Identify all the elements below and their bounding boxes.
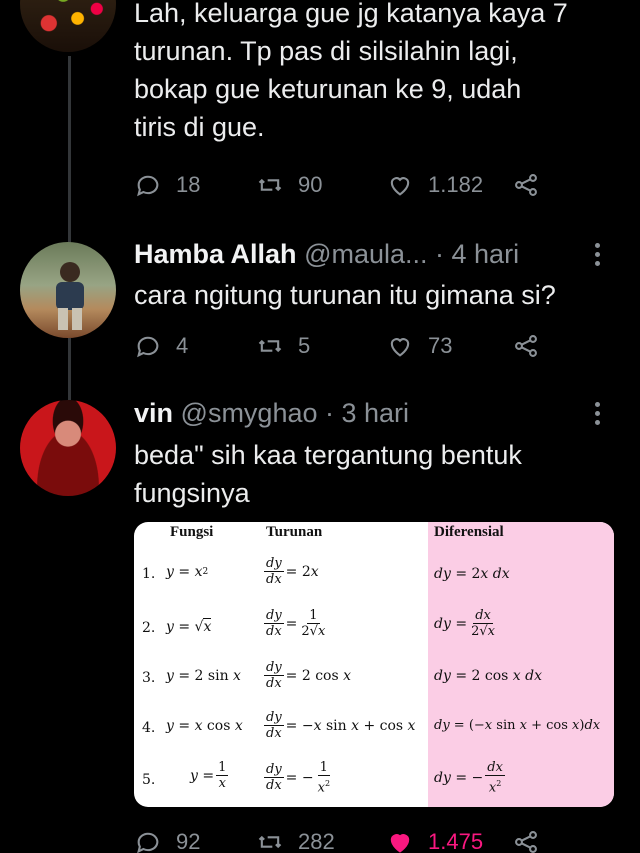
- reply-count: 4: [176, 333, 189, 358]
- like-button[interactable]: 73: [386, 331, 452, 361]
- tweet-text: beda" sih kaa tergantung bentuk fungsiny…: [134, 436, 522, 512]
- retweet-button[interactable]: 90: [256, 170, 322, 200]
- reply-icon: [137, 832, 159, 853]
- display-name[interactable]: Hamba Allah: [134, 239, 297, 269]
- tweet-text-line: bokap gue keturunan ke 9, udah: [134, 74, 522, 104]
- tweet-text-line: fungsinya: [134, 478, 250, 508]
- row-number: 4.: [142, 720, 156, 736]
- derivative-cell: dy dx = 2 cos x: [264, 660, 352, 691]
- retweet-icon: [258, 835, 282, 849]
- more-button[interactable]: [595, 243, 603, 270]
- tweet-actions: 18 90 1.182: [134, 170, 604, 200]
- function-cell: y = √ x: [166, 618, 212, 635]
- retweet-icon: [258, 178, 282, 192]
- derivative-cell: dy dx = 1 2√x: [264, 608, 326, 639]
- share-button[interactable]: [512, 331, 540, 361]
- reply-count: 92: [176, 829, 201, 853]
- table-header-fungsi: Fungsi: [170, 524, 214, 540]
- share-icon: [515, 174, 537, 196]
- function-cell: y = 1 x: [190, 760, 229, 791]
- user-handle[interactable]: @maula...: [304, 239, 427, 269]
- tweet-actions: 92 282 1.475: [134, 827, 604, 853]
- tweet-text-line: Lah, keluarga gue jg katanya kaya 7: [134, 0, 568, 28]
- differential-cell: dy = 2 cos x dx: [434, 668, 542, 684]
- share-icon: [515, 831, 537, 853]
- share-button[interactable]: [512, 827, 540, 853]
- timestamp[interactable]: · 4 hari: [435, 239, 519, 269]
- tweet-text-line: beda" sih kaa tergantung bentuk: [134, 440, 522, 470]
- function-cell: y = x cos x: [166, 718, 243, 734]
- differential-cell: dy = − dx x2: [434, 760, 505, 796]
- differential-cell: dy = 2x dx: [434, 566, 510, 582]
- retweet-count: 5: [298, 333, 311, 358]
- tweet-header: Hamba Allah @maula... · 4 hari: [134, 237, 519, 271]
- row-number: 2.: [142, 620, 156, 636]
- reply-count: 18: [176, 172, 201, 197]
- row-number: 1.: [142, 566, 156, 582]
- tweet-text: Lah, keluarga gue jg katanya kaya 7 turu…: [134, 0, 568, 146]
- function-cell: y = x2: [166, 564, 209, 580]
- table-header-diferensial: Diferensial: [434, 524, 504, 540]
- more-button[interactable]: [595, 402, 603, 429]
- tweet-header: vin @smyghao · 3 hari: [134, 396, 409, 430]
- thread-line: [68, 338, 71, 400]
- like-icon: [390, 834, 410, 853]
- avatar[interactable]: [20, 400, 116, 496]
- thread-line: [68, 56, 71, 248]
- derivative-cell: dy dx = 2x: [264, 556, 319, 587]
- reply-icon: [137, 175, 159, 197]
- tweet-media-table[interactable]: Fungsi Turunan Diferensial 1. y = x2 dy d…: [134, 522, 614, 807]
- more-icon: [595, 402, 600, 407]
- timestamp[interactable]: · 3 hari: [325, 398, 409, 428]
- function-cell: y = 2 sin x: [166, 668, 241, 684]
- tweet-text-line: tiris di gue.: [134, 112, 265, 142]
- avatar[interactable]: [20, 0, 116, 52]
- derivative-cell: dy dx = −1 x2: [264, 760, 331, 796]
- user-handle[interactable]: @smyghao: [181, 398, 318, 428]
- row-number: 3.: [142, 670, 156, 686]
- reply-button[interactable]: 4: [134, 331, 188, 361]
- avatar[interactable]: [20, 242, 116, 338]
- reply-icon: [137, 336, 159, 358]
- like-button[interactable]: 1.182: [386, 170, 483, 200]
- like-button[interactable]: 1.475: [386, 827, 483, 853]
- like-count: 1.182: [428, 172, 484, 197]
- row-number: 5.: [142, 772, 156, 788]
- like-icon: [390, 338, 410, 357]
- share-icon: [515, 335, 537, 357]
- reply-button[interactable]: 18: [134, 170, 200, 200]
- tweet-actions: 4 5 73: [134, 331, 604, 361]
- tweet-text: cara ngitung turunan itu gimana si?: [134, 280, 556, 310]
- retweet-count: 282: [298, 829, 335, 853]
- like-count: 1.475: [428, 829, 484, 853]
- differential-cell: dy = dx 2√x: [434, 608, 495, 639]
- retweet-button[interactable]: 282: [256, 827, 335, 853]
- display-name[interactable]: vin: [134, 398, 173, 428]
- derivative-cell: dy dx = − x sin x + cos x: [264, 710, 416, 741]
- like-icon: [390, 177, 410, 196]
- differential-cell: dy = (− x sin x + cos x) dx: [434, 718, 601, 733]
- retweet-count: 90: [298, 172, 323, 197]
- more-icon: [595, 243, 600, 248]
- retweet-button[interactable]: 5: [256, 331, 310, 361]
- reply-button[interactable]: 92: [134, 827, 200, 853]
- table-header-turunan: Turunan: [266, 524, 323, 540]
- tweet-text-line: turunan. Tp pas di silsilahin lagi,: [134, 36, 518, 66]
- avatar-person-icon: [56, 262, 84, 330]
- like-count: 73: [428, 333, 453, 358]
- retweet-icon: [258, 339, 282, 353]
- share-button[interactable]: [512, 170, 540, 200]
